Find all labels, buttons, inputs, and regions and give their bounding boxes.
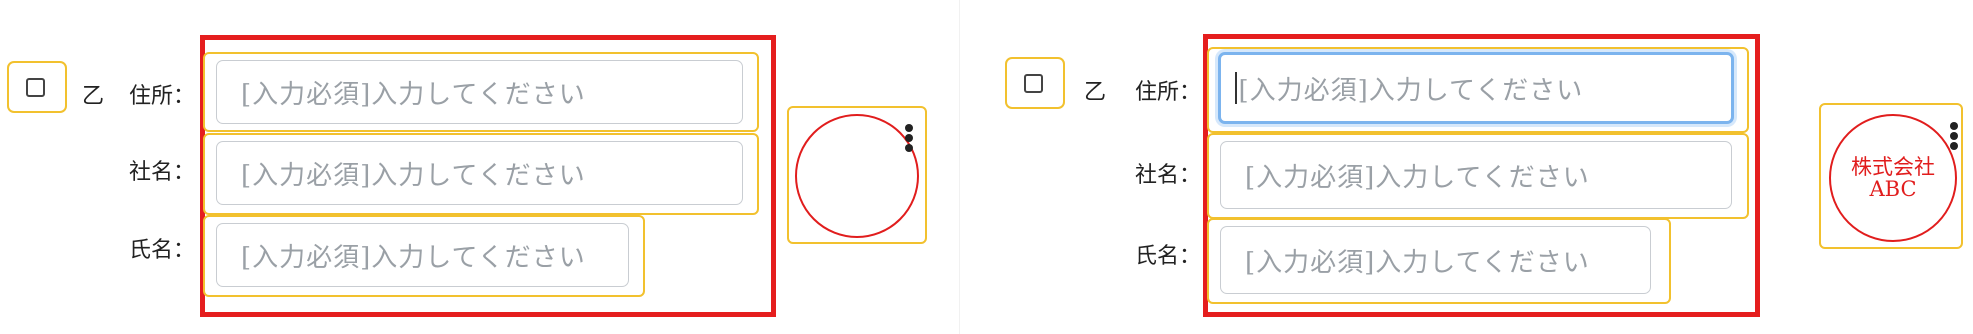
company-field-box: [入力必須]入力してください [203,133,759,215]
name-field-box: [入力必須]入力してください [203,215,645,297]
address-label: 住所： [129,84,196,109]
signer-panel-filled: 乙 住所： 社名： 氏名： [入力必須]入力してください [入力必須]入力してく… [960,0,1973,334]
party-label: 乙 [1084,80,1107,105]
seal-stamp: 株式会社 ABC [1829,114,1957,242]
address-field-box: [入力必須]入力してください [203,52,759,132]
name-input[interactable]: [入力必須]入力してください [216,223,629,287]
name-placeholder: [入力必須]入力してください [1245,247,1590,278]
company-placeholder: [入力必須]入力してください [241,160,586,191]
address-placeholder: [入力必須]入力してください [241,79,586,110]
checkbox[interactable] [1024,74,1043,93]
address-input[interactable]: [入力必須]入力してください [1218,52,1734,124]
company-input[interactable]: [入力必須]入力してください [216,141,743,205]
company-input[interactable]: [入力必須]入力してください [1220,141,1732,209]
seal-stamp-empty [795,114,919,238]
text-caret [1235,72,1237,104]
seal-box[interactable] [787,106,927,244]
address-field-box: [入力必須]入力してください [1207,47,1749,133]
more-options-icon[interactable] [905,124,913,154]
name-placeholder: [入力必須]入力してください [241,242,586,273]
party-label: 乙 [82,84,105,109]
address-input[interactable]: [入力必須]入力してください [216,60,743,124]
checkbox-wrapper[interactable] [1005,57,1065,109]
signer-panel-empty: 乙 住所： 社名： 氏名： [入力必須]入力してください [入力必須]入力してく… [0,0,960,334]
address-placeholder: [入力必須]入力してください [1238,75,1584,106]
company-placeholder: [入力必須]入力してください [1245,162,1590,193]
more-options-icon[interactable] [1950,122,1958,152]
company-label: 社名： [1135,163,1202,188]
seal-box[interactable]: 株式会社 ABC [1819,103,1963,249]
name-label: 氏名： [1135,244,1202,269]
name-field-box: [入力必須]入力してください [1207,218,1671,304]
seal-text-company-name: ABC [1869,177,1917,201]
address-label: 住所： [1135,80,1202,105]
company-field-box: [入力必須]入力してください [1207,133,1749,219]
checkbox[interactable] [26,78,45,97]
company-label: 社名： [129,160,196,185]
name-label: 氏名： [129,238,196,263]
checkbox-wrapper[interactable] [7,61,67,113]
name-input[interactable]: [入力必須]入力してください [1220,226,1651,294]
seal-text-company-type: 株式会社 [1851,155,1935,179]
